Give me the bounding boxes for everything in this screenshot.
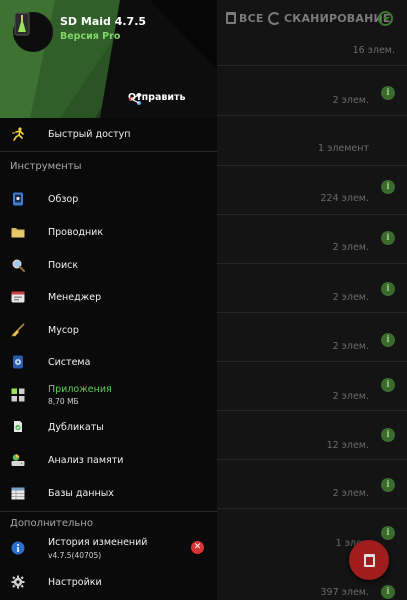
info-icon[interactable]: i — [381, 478, 395, 492]
phone-info-icon — [11, 192, 25, 206]
section-header-extra: Дополнительно — [10, 518, 93, 529]
scan-label: СКАНИРОВАНИЕ — [284, 11, 391, 25]
info-icon[interactable]: i — [381, 282, 395, 296]
info-icon — [11, 541, 25, 555]
app-window-icon — [11, 290, 25, 304]
drawer-item-label: Менеджер — [48, 291, 102, 303]
item-count: 2 элем. — [332, 488, 369, 499]
drawer-item-system[interactable]: Система — [0, 347, 217, 377]
apps-size: 8,70 МБ — [48, 397, 79, 406]
chevron-down-icon — [378, 10, 393, 26]
item-count: 12 элем. — [326, 440, 369, 451]
overflow-menu-button[interactable] — [378, 9, 393, 27]
drawer-item-overview[interactable]: Обзор — [0, 184, 217, 214]
info-icon[interactable]: i — [381, 86, 395, 100]
item-count: 16 элем. — [352, 45, 395, 56]
drawer-item-quick-access[interactable]: Быстрый доступ — [0, 119, 217, 149]
drawer-item-label: Дубликаты — [48, 421, 104, 433]
item-count: 224 элем. — [320, 193, 369, 204]
navigation-drawer: SD Maid 4.7.5 Версия Pro Отправить Быстр… — [0, 0, 217, 600]
changelog-version: v4.7.5(40705) — [48, 551, 102, 560]
section-header-tools: Инструменты — [10, 161, 82, 172]
broom-icon — [11, 323, 25, 337]
info-icon[interactable]: i — [381, 231, 395, 245]
running-man-icon — [11, 127, 25, 141]
scan-button[interactable]: СКАНИРОВАНИЕ — [268, 9, 391, 27]
info-icon[interactable]: i — [381, 333, 395, 347]
close-icon[interactable]: ✕ — [191, 541, 204, 554]
share-button[interactable]: Отправить — [128, 92, 186, 105]
folder-icon — [11, 225, 25, 239]
item-count: 2 элем. — [332, 95, 369, 106]
duplicates-icon — [11, 420, 25, 434]
refresh-icon — [268, 11, 281, 25]
item-count: 2 элем. — [332, 292, 369, 303]
delete-all-label: ВСЕ — [239, 11, 264, 25]
drawer-item-junk[interactable]: Мусор — [0, 315, 217, 345]
drawer-item-label: История изменений — [48, 537, 148, 548]
drawer-item-apps[interactable]: Приложения 8,70 МБ — [0, 380, 217, 410]
drawer-header: SD Maid 4.7.5 Версия Pro Отправить — [0, 0, 217, 118]
drawer-item-search[interactable]: Поиск — [0, 250, 217, 280]
system-phone-icon — [11, 355, 25, 369]
share-icon — [129, 93, 141, 105]
drawer-item-explorer[interactable]: Проводник — [0, 217, 217, 247]
delete-fab-button[interactable] — [349, 540, 389, 580]
search-icon — [11, 258, 25, 272]
database-icon — [11, 486, 25, 500]
drawer-item-settings[interactable]: Настройки — [0, 567, 217, 597]
divider — [0, 511, 217, 512]
drawer-item-manager[interactable]: Менеджер — [0, 282, 217, 312]
item-count: 1 элемент — [318, 143, 369, 154]
drawer-item-label: Быстрый доступ — [48, 128, 131, 140]
apps-grid-icon — [11, 388, 25, 402]
drawer-item-label: Базы данных — [48, 487, 114, 499]
info-icon[interactable]: i — [381, 526, 395, 540]
item-count: 2 элем. — [332, 341, 369, 352]
drawer-item-label: Система — [48, 356, 91, 368]
drawer-item-label: Поиск — [48, 259, 79, 271]
info-icon[interactable]: i — [381, 428, 395, 442]
info-icon[interactable]: i — [381, 378, 395, 392]
drawer-item-storage-analysis[interactable]: Анализ памяти — [0, 445, 217, 475]
drawer-item-label: Мусор — [48, 324, 79, 336]
divider — [0, 151, 217, 152]
drawer-item-label: Анализ памяти — [48, 454, 124, 466]
drawer-item-label: Настройки — [48, 576, 102, 588]
delete-all-button[interactable]: ВСЕ — [226, 9, 264, 27]
storage-analysis-icon — [11, 453, 25, 467]
app-edition: Версия Pro — [60, 31, 121, 42]
drawer-item-duplicates[interactable]: Дубликаты — [0, 412, 217, 442]
item-count: 397 элем. — [320, 587, 369, 598]
drawer-item-label: Приложения — [48, 384, 112, 395]
item-count: 2 элем. — [332, 391, 369, 402]
drawer-item-changelog[interactable]: История изменений v4.7.5(40705) ✕ — [0, 533, 217, 563]
drawer-item-label: Проводник — [48, 226, 104, 238]
app-logo — [13, 12, 53, 52]
app-title: SD Maid 4.7.5 — [60, 15, 147, 28]
drawer-item-databases[interactable]: Базы данных — [0, 478, 217, 508]
info-icon[interactable]: i — [381, 585, 395, 599]
trash-icon — [226, 12, 236, 24]
info-icon[interactable]: i — [381, 180, 395, 194]
trash-icon — [363, 553, 375, 567]
gear-icon — [11, 575, 25, 589]
drawer-item-label: Обзор — [48, 193, 79, 205]
item-count: 2 элем. — [332, 242, 369, 253]
